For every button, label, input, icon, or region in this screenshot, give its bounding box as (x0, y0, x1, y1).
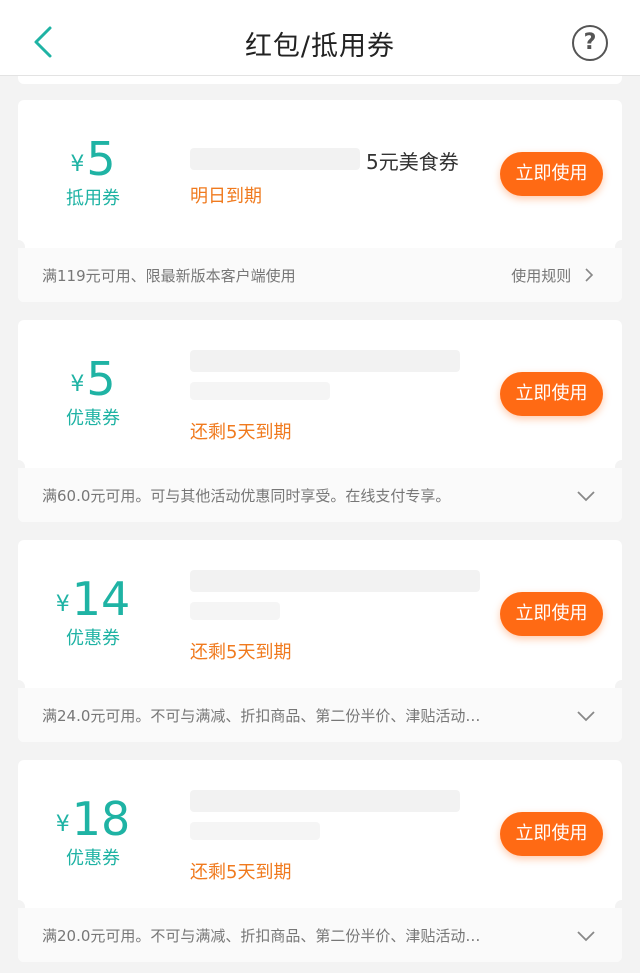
use-now-button[interactable]: 立即使用 (500, 592, 603, 636)
coupon-amount: ¥14 (18, 576, 168, 622)
expire-text: 还剩5天到期 (190, 642, 292, 663)
coupon-card: ¥5 优惠券 还剩5天到期 立即使用 满60.0元可用。可与其他活动优惠同时享受… (11, 320, 629, 522)
chevron-right-icon (585, 268, 594, 282)
blurred-merchant-detail (190, 822, 320, 840)
blurred-merchant-name (190, 350, 460, 372)
currency-symbol: ¥ (70, 152, 85, 177)
coupon-card: ¥5 抵用券 5元美食券 明日到期 立即使用 满119元可用、限最新版本客户端使… (11, 100, 629, 302)
blurred-merchant-name (190, 148, 360, 170)
expire-text: 明日到期 (190, 186, 262, 207)
amount-value: 5 (86, 132, 116, 186)
coupon-title: 5元美食券 (366, 150, 459, 174)
amount-value: 18 (71, 792, 131, 846)
coupon-type: 优惠券 (66, 848, 120, 869)
currency-symbol: ¥ (70, 372, 85, 397)
coupon-type: 抵用券 (66, 188, 120, 209)
page-title: 红包/抵用券 (244, 31, 396, 62)
usage-condition: 满60.0元可用。可与其他活动优惠同时享受。在线支付专享。 (42, 487, 451, 505)
coupon-footer: 满24.0元可用。不可与满减、折扣商品、第二份半价、津贴活动… (18, 688, 622, 742)
usage-condition: 满20.0元可用。不可与满减、折扣商品、第二份半价、津贴活动… (42, 927, 481, 945)
expire-text: 还剩5天到期 (190, 862, 292, 883)
currency-symbol: ¥ (55, 812, 70, 837)
chevron-down-icon[interactable] (576, 928, 596, 944)
usage-condition: 满24.0元可用。不可与满减、折扣商品、第二份半价、津贴活动… (42, 707, 481, 725)
amount-value: 5 (86, 352, 116, 406)
coupon-card: ¥18 优惠券 还剩5天到期 立即使用 满20.0元可用。不可与满减、折扣商品、… (11, 760, 629, 962)
amount-value: 14 (71, 572, 131, 626)
blurred-merchant-name (190, 570, 480, 592)
currency-symbol: ¥ (55, 592, 70, 617)
coupon-footer: 满119元可用、限最新版本客户端使用 使用规则 (18, 248, 622, 302)
coupon-card: ¥14 优惠券 还剩5天到期 立即使用 满24.0元可用。不可与满减、折扣商品、… (11, 540, 629, 742)
blurred-merchant-name (190, 790, 460, 812)
rules-link-label: 使用规则 (511, 267, 572, 285)
blurred-merchant-detail (190, 382, 330, 400)
coupon-amount: ¥18 (18, 796, 168, 842)
coupon-footer: 满60.0元可用。可与其他活动优惠同时享受。在线支付专享。 (18, 468, 622, 522)
use-now-button[interactable]: 立即使用 (500, 152, 603, 196)
coupon-footer: 满20.0元可用。不可与满减、折扣商品、第二份半价、津贴活动… (18, 908, 622, 962)
use-now-button[interactable]: 立即使用 (500, 812, 603, 856)
coupon-amount: ¥5 (18, 356, 168, 402)
use-now-button[interactable]: 立即使用 (500, 372, 603, 416)
coupon-type: 优惠券 (66, 408, 120, 429)
expire-text: 还剩5天到期 (190, 422, 292, 443)
help-icon[interactable]: ? (572, 25, 608, 61)
coupon-type: 优惠券 (66, 628, 120, 649)
chevron-down-icon[interactable] (576, 708, 596, 724)
blurred-merchant-detail (190, 602, 280, 620)
rules-link[interactable]: 使用规则 (511, 265, 594, 286)
coupon-amount: ¥5 (18, 136, 168, 182)
nav-bar: 红包/抵用券 ? (0, 0, 640, 76)
previous-card-edge (18, 76, 622, 84)
usage-condition: 满119元可用、限最新版本客户端使用 (42, 267, 296, 285)
chevron-down-icon[interactable] (576, 488, 596, 504)
